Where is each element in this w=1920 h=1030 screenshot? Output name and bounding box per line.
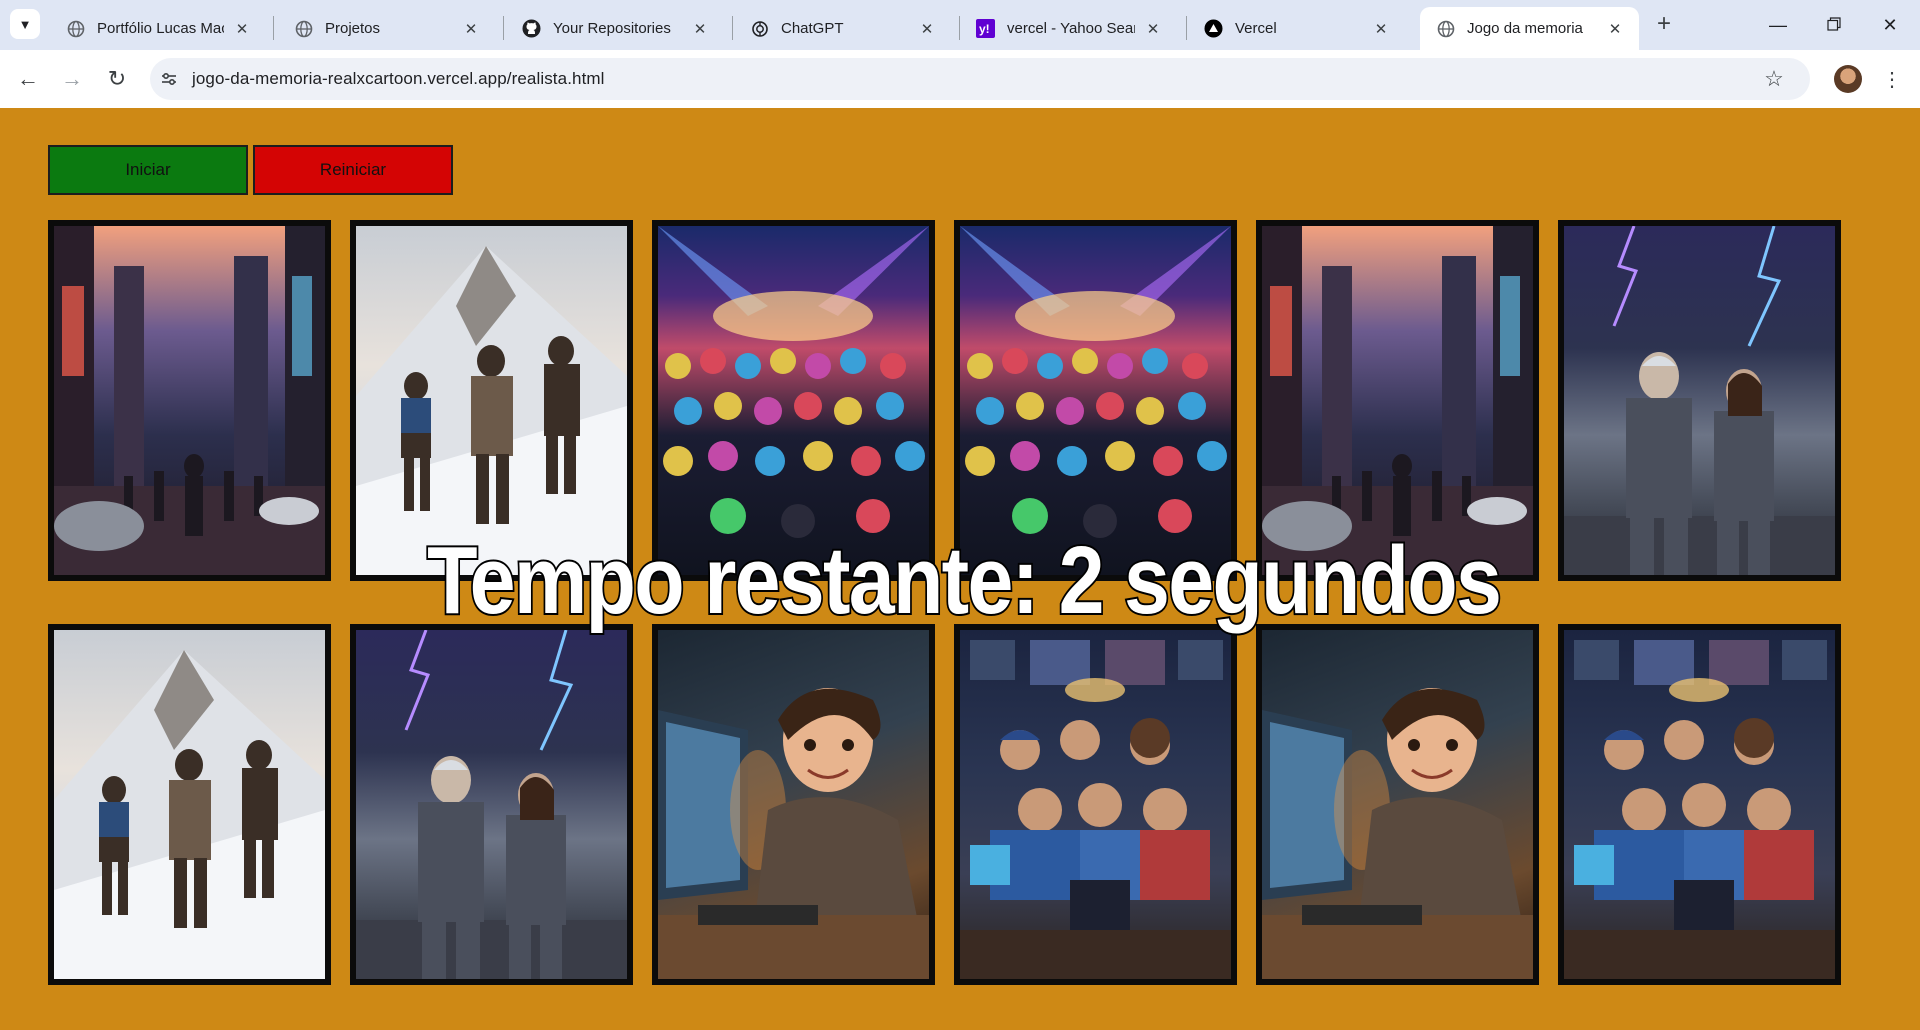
- restart-button[interactable]: Reiniciar: [253, 145, 453, 195]
- tab-yahoo-search[interactable]: y! vercel - Yahoo Searc ✕: [960, 7, 1177, 50]
- card-image-armored-heroes: [356, 630, 627, 979]
- menu-button[interactable]: ⋮: [1880, 63, 1904, 95]
- card-image-masked-concert: [960, 226, 1231, 575]
- memory-card[interactable]: [48, 624, 331, 985]
- close-icon[interactable]: ✕: [917, 19, 937, 39]
- arrow-right-icon: →: [61, 66, 83, 91]
- more-vertical-icon: ⋮: [1882, 68, 1902, 91]
- back-button[interactable]: ←: [12, 63, 44, 95]
- tab-vercel[interactable]: Vercel ✕: [1188, 7, 1405, 50]
- tab-title: Portfólio Lucas Mach: [97, 20, 224, 37]
- globe-icon: [294, 19, 313, 38]
- tab-title: Jogo da memoria: [1467, 20, 1583, 37]
- forward-button[interactable]: →: [56, 63, 88, 95]
- tab-chatgpt[interactable]: ChatGPT ✕: [734, 7, 951, 50]
- card-image-gamers-room: [1564, 630, 1835, 979]
- tab-projetos[interactable]: Projetos ✕: [278, 7, 495, 50]
- tab-strip: ▼ Portfólio Lucas Mach ✕ Projetos ✕ Your…: [0, 0, 1920, 50]
- restore-icon: [1827, 15, 1841, 36]
- plus-icon: +: [1656, 10, 1671, 37]
- tab-search-button[interactable]: ▼: [10, 9, 40, 39]
- card-image-cyberpunk-city: [54, 226, 325, 575]
- memory-card[interactable]: [1256, 624, 1539, 985]
- tab-separator: [1186, 16, 1187, 40]
- arrow-left-icon: ←: [17, 66, 39, 91]
- minimize-button[interactable]: —: [1750, 0, 1806, 50]
- close-icon[interactable]: ✕: [461, 19, 481, 39]
- memory-card[interactable]: [350, 624, 633, 985]
- svg-text:y!: y!: [979, 22, 990, 36]
- tab-title: Projetos: [325, 20, 381, 37]
- game-page: Iniciar Reiniciar Tempo restante: 2 segu…: [0, 108, 1920, 1030]
- card-image-boy-at-computer: [1262, 630, 1533, 979]
- start-button[interactable]: Iniciar: [48, 145, 248, 195]
- yahoo-icon: y!: [976, 19, 995, 38]
- reload-button[interactable]: ↻: [101, 63, 133, 95]
- close-icon[interactable]: ✕: [232, 19, 252, 39]
- vercel-icon: [1204, 19, 1223, 38]
- browser-toolbar: ← → ↻ jogo-da-memoria-realxcartoon.verce…: [0, 50, 1920, 108]
- bookmark-star-icon[interactable]: ☆: [1762, 66, 1786, 91]
- countdown-timer: Tempo restante: 2 segundos: [138, 525, 1789, 636]
- close-icon[interactable]: ✕: [690, 19, 710, 39]
- card-image-mountain-climbers: [54, 630, 325, 979]
- chevron-down-icon: ▼: [18, 16, 32, 32]
- globe-icon: [66, 19, 85, 38]
- memory-card[interactable]: [954, 624, 1237, 985]
- card-image-mountain-climbers: [356, 226, 627, 575]
- site-settings-icon[interactable]: [156, 66, 182, 92]
- memory-card[interactable]: [1558, 624, 1841, 985]
- minimize-icon: —: [1769, 14, 1787, 35]
- tab-separator: [273, 16, 274, 40]
- profile-avatar[interactable]: [1834, 65, 1862, 93]
- openai-icon: [750, 19, 769, 38]
- card-image-masked-concert: [658, 226, 929, 575]
- close-window-button[interactable]: ✕: [1862, 0, 1918, 50]
- url-text: jogo-da-memoria-realxcartoon.vercel.app/…: [192, 69, 605, 88]
- tab-jogo-da-memoria[interactable]: Jogo da memoria ✕: [1420, 7, 1639, 50]
- tab-title: Vercel: [1235, 20, 1277, 37]
- tab-title: Your Repositories: [553, 20, 671, 37]
- close-icon: ✕: [1882, 14, 1898, 35]
- tab-title: vercel - Yahoo Searc: [1007, 20, 1135, 37]
- restore-button[interactable]: [1806, 0, 1862, 50]
- close-icon[interactable]: ✕: [1371, 19, 1391, 39]
- tab-repositories[interactable]: Your Repositories ✕: [506, 7, 724, 50]
- tab-title: ChatGPT: [781, 20, 844, 37]
- tab-separator: [732, 16, 733, 40]
- close-icon[interactable]: ✕: [1143, 19, 1163, 39]
- new-tab-button[interactable]: +: [1650, 10, 1678, 38]
- globe-icon: [1436, 19, 1455, 38]
- memory-card[interactable]: [652, 624, 935, 985]
- reload-icon: ↻: [107, 66, 127, 91]
- card-image-armored-heroes: [1564, 226, 1835, 575]
- timer-text: Tempo restante: 2 segundos: [425, 525, 1503, 636]
- card-image-gamers-room: [960, 630, 1231, 979]
- card-image-boy-at-computer: [658, 630, 929, 979]
- github-icon: [522, 19, 541, 38]
- address-bar[interactable]: jogo-da-memoria-realxcartoon.vercel.app/…: [150, 58, 1810, 100]
- tab-separator: [503, 16, 504, 40]
- card-image-cyberpunk-city: [1262, 226, 1533, 575]
- tab-portfolio[interactable]: Portfólio Lucas Mach ✕: [50, 7, 266, 50]
- close-icon[interactable]: ✕: [1605, 19, 1625, 39]
